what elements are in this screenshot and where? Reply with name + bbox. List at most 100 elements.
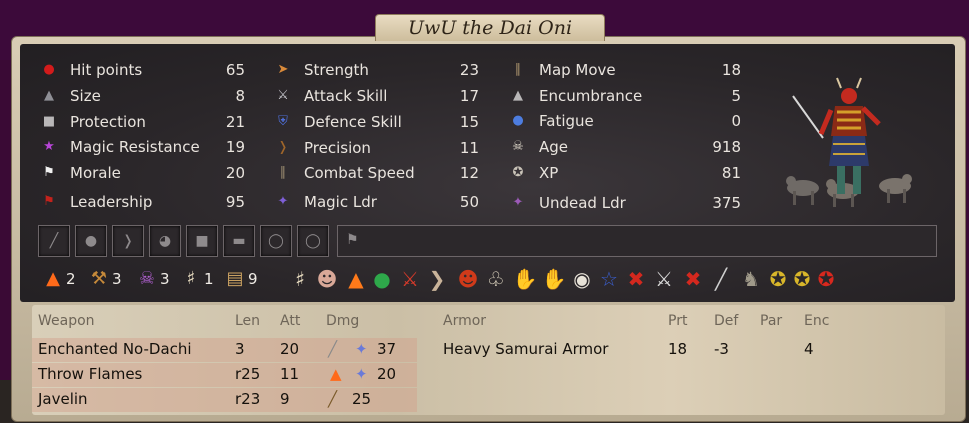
shield-icon: ⛨ [278, 114, 288, 129]
sword-icon: ╱ [49, 233, 59, 249]
boot-icon: ∥ [514, 62, 522, 77]
misc-item-icon: ⚑ [346, 232, 359, 248]
par-header: Par [760, 313, 783, 329]
weapon-att: 20 [280, 340, 300, 358]
weapon-name[interactable]: Throw Flames [38, 365, 142, 383]
slot-ring-2[interactable]: ◯ [297, 225, 329, 257]
weapon-len: 3 [235, 340, 245, 358]
ring-icon: ◯ [268, 233, 284, 249]
weapon-name[interactable]: Javelin [38, 390, 88, 408]
blood-drop-icon: ● [43, 62, 55, 77]
weapon-len: r23 [235, 390, 261, 408]
armor-header: Armor [443, 313, 487, 329]
stat-age: ☠ Age 918 [509, 136, 744, 158]
stat-magic-resistance: ★ Magic Resistance 19 [40, 136, 250, 158]
wolf-companion-right [879, 174, 912, 203]
weapon-len: r25 [235, 365, 261, 383]
armor-icon: ■ [42, 114, 56, 129]
len-header: Len [235, 313, 261, 329]
poison-drop-icon[interactable]: ● [369, 265, 395, 293]
enc-header: Enc [804, 313, 830, 329]
stat-protection: ■ Protection 21 [40, 111, 250, 133]
fist-icon[interactable]: ✋ [541, 265, 567, 293]
creature-size-icon: ▲ [44, 88, 54, 103]
stat-strength: ➤ Strength 23 [274, 59, 484, 81]
arm-icon: ➤ [277, 62, 289, 77]
boots-icon: ∥ [279, 165, 287, 180]
bow-arrow-icon[interactable]: ❯ [424, 265, 450, 293]
magic-spark-icon: ✦ [355, 340, 368, 358]
stat-defence-skill: ⛨ Defence Skill 15 [274, 111, 484, 133]
stat-fatigue: ● Fatigue 0 [509, 110, 744, 132]
candelabra-icon: ♯ [186, 268, 196, 289]
oni-samurai-figure [792, 77, 881, 194]
fire-icon: ▲ [46, 268, 60, 289]
magic-spark-icon: ✦ [355, 365, 368, 383]
red-banner-icon: ⚑ [43, 194, 55, 209]
weapon-header: Weapon [38, 313, 95, 329]
weapon-dmg: 25 [352, 390, 372, 408]
stat-leadership: ⚑ Leadership 95 [40, 191, 250, 213]
weapon-att: 11 [280, 365, 300, 383]
slot-weapon-1[interactable]: ╱ [38, 225, 70, 257]
armor-icon: ■ [195, 233, 209, 249]
unit-name-title: UwU the Dai Oni [375, 14, 605, 41]
stat-attack-skill: ⚔ Attack Skill 17 [274, 85, 484, 107]
pentagram-ward-icon[interactable]: ☆ [596, 265, 622, 293]
slot-armor[interactable]: ■ [186, 225, 218, 257]
slot-helmet[interactable]: ◕ [149, 225, 181, 257]
weapon-name[interactable]: Enchanted No-Dachi [38, 340, 192, 358]
blade-icon[interactable]: ╱ [708, 265, 734, 293]
stat-size: ▲ Size 8 [40, 85, 250, 107]
slot-misc-bar[interactable]: ⚑ [337, 225, 937, 257]
slot-weapon-3[interactable]: ❭ [112, 225, 144, 257]
stat-undead-leadership: ✦ Undead Ldr 375 [509, 192, 744, 214]
mount-icon[interactable]: ♞ [738, 265, 764, 293]
unit-portrait [786, 77, 912, 207]
slot-ring-1[interactable]: ◯ [260, 225, 292, 257]
scroll-icon: ▤ [226, 268, 244, 289]
stat-combat-speed: ∥ Combat Speed 12 [274, 162, 484, 184]
magic-star-icon: ✦ [277, 194, 289, 209]
magic-path-death[interactable]: ☠ 3 [136, 265, 170, 293]
white-flag-icon: ⚑ [43, 165, 55, 180]
candelabra-ability-icon[interactable]: ♯ [287, 265, 313, 293]
magic-path-blood[interactable]: ♯ 1 [180, 265, 214, 293]
magic-path-earth[interactable]: ⚒ 3 [88, 265, 122, 293]
goat-icon[interactable]: ♧ [483, 265, 509, 293]
stat-hit-points: ● Hit points 65 [40, 59, 250, 81]
helmet-icon: ◕ [158, 233, 172, 249]
fire-aura-icon[interactable]: ▲ [343, 265, 369, 293]
def-header: Def [714, 313, 739, 329]
armor-name[interactable]: Heavy Samurai Armor [443, 340, 608, 358]
research-scroll[interactable]: ▤ 9 [224, 265, 257, 293]
weapon-dmg: 20 [377, 365, 397, 383]
weight-icon: ▲ [513, 88, 523, 103]
weapon-dmg: 37 [377, 340, 397, 358]
weapon-att: 9 [280, 390, 290, 408]
sword-icon: ⚔ [277, 88, 289, 103]
stat-precision: ❭ Precision 11 [274, 137, 484, 159]
slot-boots[interactable]: ▬ [223, 225, 255, 257]
red-star-icon[interactable]: ✪ [813, 265, 839, 293]
face-ability-icon[interactable]: ☻ [314, 265, 340, 293]
demon-mask-icon[interactable]: ☻ [455, 265, 481, 293]
stat-magic-leadership: ✦ Magic Ldr 50 [274, 191, 484, 213]
eye-icon[interactable]: ◉ [569, 265, 595, 293]
magic-path-fire[interactable]: ▲ 2 [42, 265, 75, 293]
fire-sword-icon[interactable]: ⚔ [397, 265, 423, 293]
water-drop-icon: ● [512, 113, 524, 128]
crossed-swords-icon[interactable]: ⚔ [651, 265, 677, 293]
double-star-icon[interactable]: ✪ [765, 265, 791, 293]
stat-morale: ⚑ Morale 20 [40, 162, 250, 184]
prt-header: Prt [668, 313, 688, 329]
armor-enc: 4 [804, 340, 814, 358]
dmg-header: Dmg [326, 313, 360, 329]
no-swords-icon[interactable]: ✖ [680, 265, 706, 293]
slot-weapon-2[interactable]: ● [75, 225, 107, 257]
slash-damage-icon: ╱ [328, 340, 338, 358]
flame-hand-icon[interactable]: ✋ [512, 265, 538, 293]
star-badge-icon[interactable]: ✪ [789, 265, 815, 293]
undead-icon: ✦ [512, 195, 524, 210]
no-fire-icon[interactable]: ✖ [623, 265, 649, 293]
